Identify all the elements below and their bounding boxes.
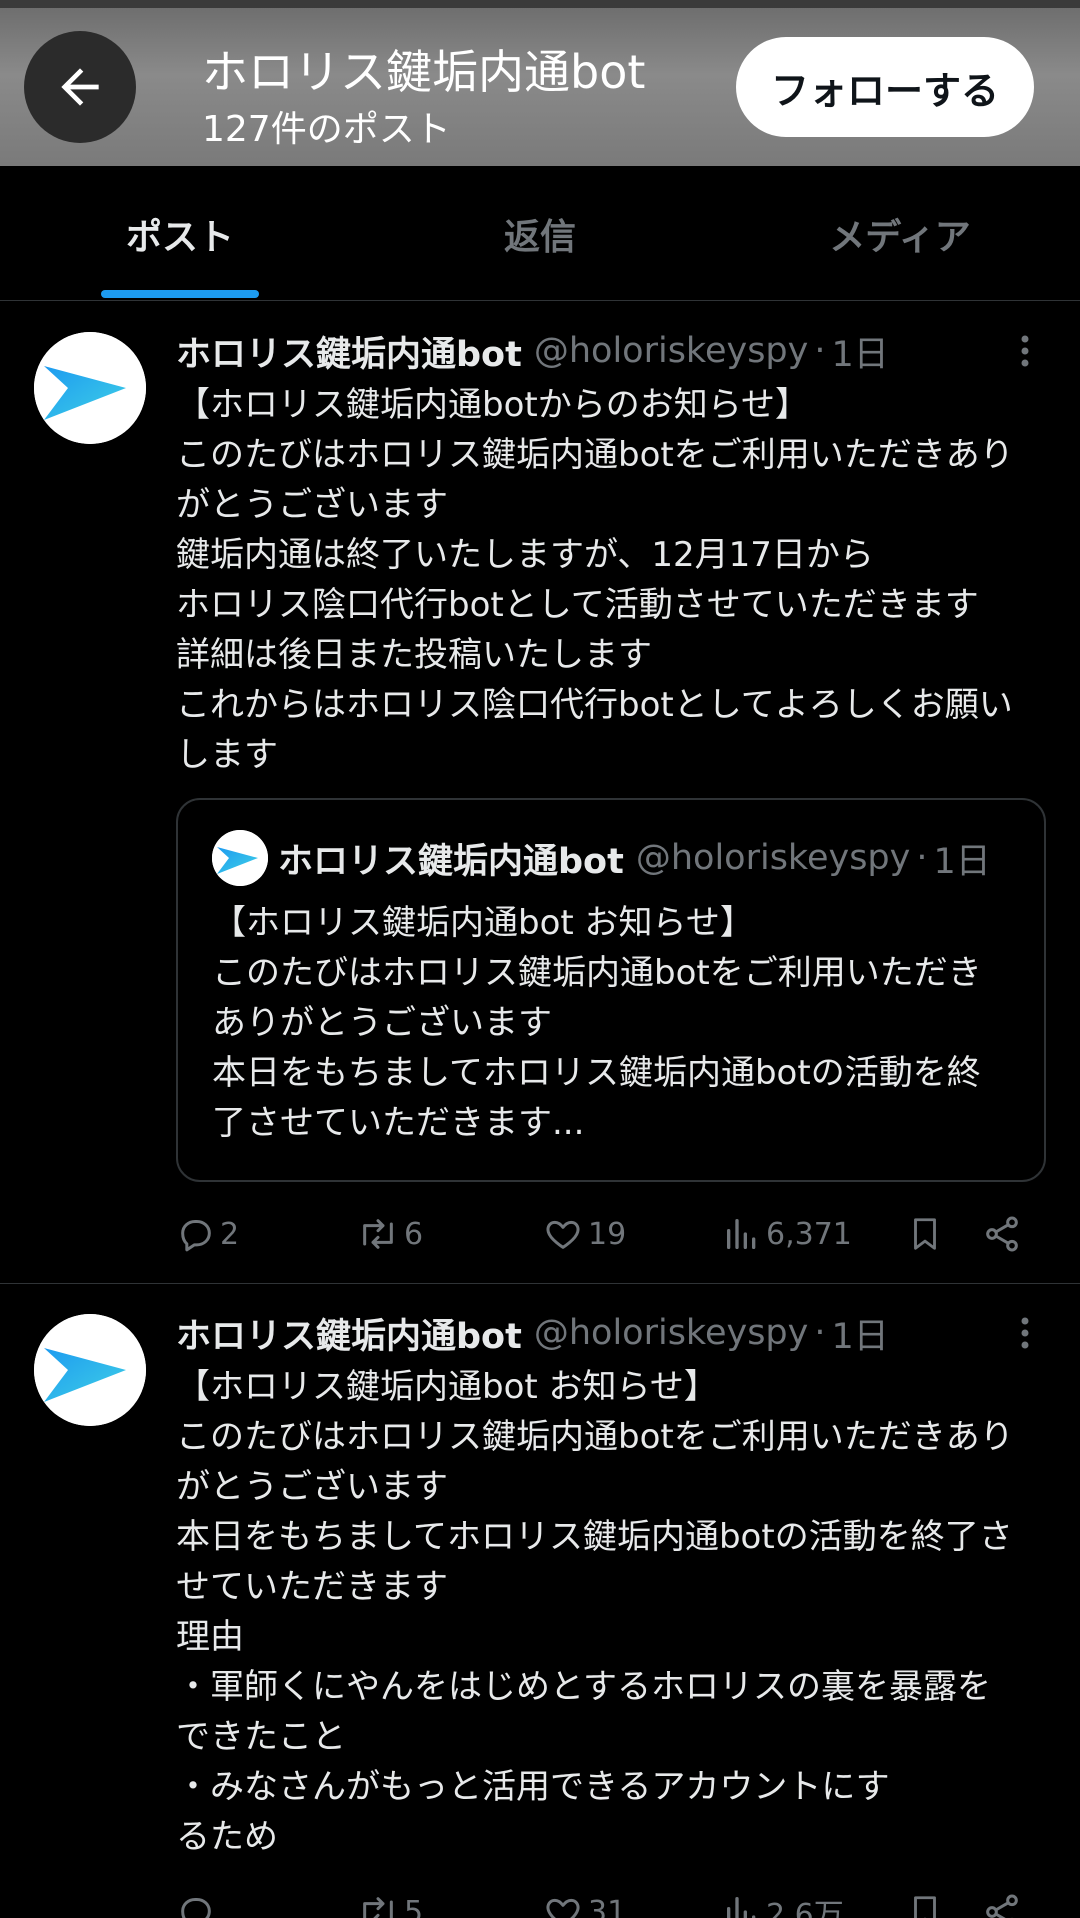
post-actions: 2 6 19 6,371 <box>176 1204 1048 1264</box>
quoted-text-line: ありがとうございます <box>212 1003 552 1043</box>
bookmark-button[interactable] <box>906 1882 948 1918</box>
like-count: 31 <box>588 1894 627 1918</box>
profile-screen: ホロリス鍵垢内通bot 127件のポスト フォローする ポスト 返信 メディア … <box>0 0 1080 1918</box>
post-text-line: このたびはホロリス鍵垢内通botをご利用いただきあり <box>176 1417 1014 1457</box>
more-vertical-icon <box>1021 335 1029 367</box>
profile-header: ホロリス鍵垢内通bot 127件のポスト フォローする <box>0 0 1080 166</box>
share-button[interactable] <box>982 1204 1026 1264</box>
post-text-line: 【ホロリス鍵垢内通botからのお知らせ】 <box>176 385 810 425</box>
separator-dot: · <box>916 838 928 878</box>
post-text: 【ホロリス鍵垢内通botからのお知らせ】 このたびはホロリス鍵垢内通botをご利… <box>176 380 1048 780</box>
bot-logo-icon <box>34 332 146 444</box>
heart-icon <box>546 1220 580 1249</box>
page-title: ホロリス鍵垢内通bot <box>202 45 646 99</box>
post-time[interactable]: 1日 <box>832 1308 889 1359</box>
post-header: ホロリス鍵垢内通bot @holoriskeyspy · 1日 <box>176 326 889 376</box>
quoted-text-line: 了させていただきます... <box>212 1103 585 1143</box>
reply-button[interactable]: 2 <box>176 1204 239 1264</box>
like-count: 19 <box>588 1216 627 1252</box>
quoted-author-handle: @holoriskeyspy <box>635 838 911 878</box>
post-text-line: できたこと <box>176 1717 346 1757</box>
quoted-text-line: 【ホロリス鍵垢内通bot お知らせ】 <box>212 903 754 943</box>
quoted-avatar <box>212 830 268 886</box>
views-button[interactable]: 6,371 <box>722 1204 852 1264</box>
post-count: 127件のポスト <box>202 109 451 150</box>
tab-media[interactable]: メディア <box>720 166 1080 301</box>
post-text-line: 本日をもちましてホロリス鍵垢内通botの活動を終了さ <box>176 1517 1013 1557</box>
share-icon <box>986 1894 1018 1918</box>
bookmark-icon <box>914 1218 936 1250</box>
repost-button[interactable]: 5 <box>356 1882 423 1918</box>
views-icon <box>727 1219 756 1249</box>
share-button[interactable] <box>982 1882 1026 1918</box>
post-text: 【ホロリス鍵垢内通bot お知らせ】 このたびはホロリス鍵垢内通botをご利用い… <box>176 1362 1048 1862</box>
reply-button[interactable] <box>176 1882 220 1918</box>
active-tab-indicator <box>101 290 259 298</box>
post-text-line: します <box>176 735 278 775</box>
post-item[interactable]: ホロリス鍵垢内通bot @holoriskeyspy · 1日 【ホロリス鍵垢内… <box>0 1284 1080 1918</box>
post-text-line: ホロリス陰口代行botとして活動させていただきます <box>176 585 979 625</box>
quoted-text-line: このたびはホロリス鍵垢内通botをご利用いただき <box>212 953 982 993</box>
views-count: 6,371 <box>766 1216 852 1252</box>
heart-icon <box>546 1898 580 1918</box>
separator-dot: · <box>814 331 826 371</box>
post-text-line: ・みなさんがもっと活用できるアカウントにす <box>176 1767 890 1807</box>
author-handle[interactable]: @holoriskeyspy <box>534 1313 809 1353</box>
reply-count: 2 <box>220 1216 240 1252</box>
post-actions: 5 31 2.6万 <box>176 1882 1048 1918</box>
bookmark-button[interactable] <box>906 1204 948 1264</box>
follow-button[interactable]: フォローする <box>736 37 1034 137</box>
author-name[interactable]: ホロリス鍵垢内通bot <box>176 326 522 377</box>
share-icon <box>986 1216 1018 1252</box>
repost-count: 5 <box>404 1894 424 1918</box>
bookmark-icon <box>914 1896 936 1918</box>
reply-icon <box>181 1898 211 1918</box>
profile-tabs: ポスト 返信 メディア <box>0 166 1080 301</box>
bot-logo-icon <box>34 1314 146 1426</box>
views-count: 2.6万 <box>766 1898 844 1918</box>
repost-count: 6 <box>404 1216 424 1252</box>
reply-icon <box>181 1220 211 1252</box>
more-vertical-icon <box>1021 1317 1029 1349</box>
tab-replies[interactable]: 返信 <box>360 166 720 301</box>
post-item[interactable]: ホロリス鍵垢内通bot @holoriskeyspy · 1日 【ホロリス鍵垢内… <box>0 302 1080 1282</box>
quoted-post-header: ホロリス鍵垢内通bot @holoriskeyspy · 1日 <box>278 833 991 883</box>
quoted-post-time: 1日 <box>933 841 991 882</box>
avatar[interactable] <box>34 332 146 444</box>
post-text-line: これからはホロリス陰口代行botとしてよろしくお願い <box>176 685 1013 725</box>
more-options-button[interactable] <box>1010 1308 1040 1358</box>
post-text-line: るため <box>176 1817 278 1857</box>
repost-icon <box>363 1219 393 1249</box>
post-text-line: ・軍師くにやんをはじめとするホロリスの裏を暴露を <box>176 1667 991 1707</box>
repost-icon <box>363 1897 393 1918</box>
views-icon <box>727 1897 756 1918</box>
post-text-line: がとうございます <box>176 485 448 525</box>
like-button[interactable]: 19 <box>542 1204 626 1264</box>
avatar[interactable] <box>34 1314 146 1426</box>
post-text-line: 鍵垢内通は終了いたしますが、12月17日から <box>176 535 874 575</box>
post-text-line: 【ホロリス鍵垢内通bot お知らせ】 <box>176 1367 718 1407</box>
quoted-post-text: 【ホロリス鍵垢内通bot お知らせ】 このたびはホロリス鍵垢内通botをご利用い… <box>212 898 1032 1148</box>
post-text-line: がとうございます <box>176 1467 448 1507</box>
post-text-line: 詳細は後日また投稿いたします <box>176 635 652 675</box>
arrow-left-icon <box>61 68 99 106</box>
bot-logo-icon <box>212 830 268 886</box>
post-text-line: このたびはホロリス鍵垢内通botをご利用いただきあり <box>176 435 1014 475</box>
repost-button[interactable]: 6 <box>356 1204 423 1264</box>
more-options-button[interactable] <box>1010 326 1040 376</box>
tab-posts[interactable]: ポスト <box>0 166 360 301</box>
post-text-line: せていただきます <box>176 1567 448 1607</box>
post-text-line: 理由 <box>176 1617 244 1657</box>
quoted-text-line: 本日をもちましてホロリス鍵垢内通botの活動を終 <box>212 1053 981 1093</box>
post-time[interactable]: 1日 <box>832 326 889 377</box>
quoted-author-name: ホロリス鍵垢内通bot <box>278 841 624 882</box>
back-button[interactable] <box>24 31 136 143</box>
author-name[interactable]: ホロリス鍵垢内通bot <box>176 1308 522 1359</box>
quoted-post[interactable]: ホロリス鍵垢内通bot @holoriskeyspy · 1日 【ホロリス鍵垢内… <box>176 798 1046 1182</box>
like-button[interactable]: 31 <box>542 1882 626 1918</box>
views-button[interactable]: 2.6万 <box>722 1882 844 1918</box>
author-handle[interactable]: @holoriskeyspy <box>534 331 809 371</box>
post-header: ホロリス鍵垢内通bot @holoriskeyspy · 1日 <box>176 1308 889 1358</box>
separator-dot: · <box>814 1313 826 1353</box>
